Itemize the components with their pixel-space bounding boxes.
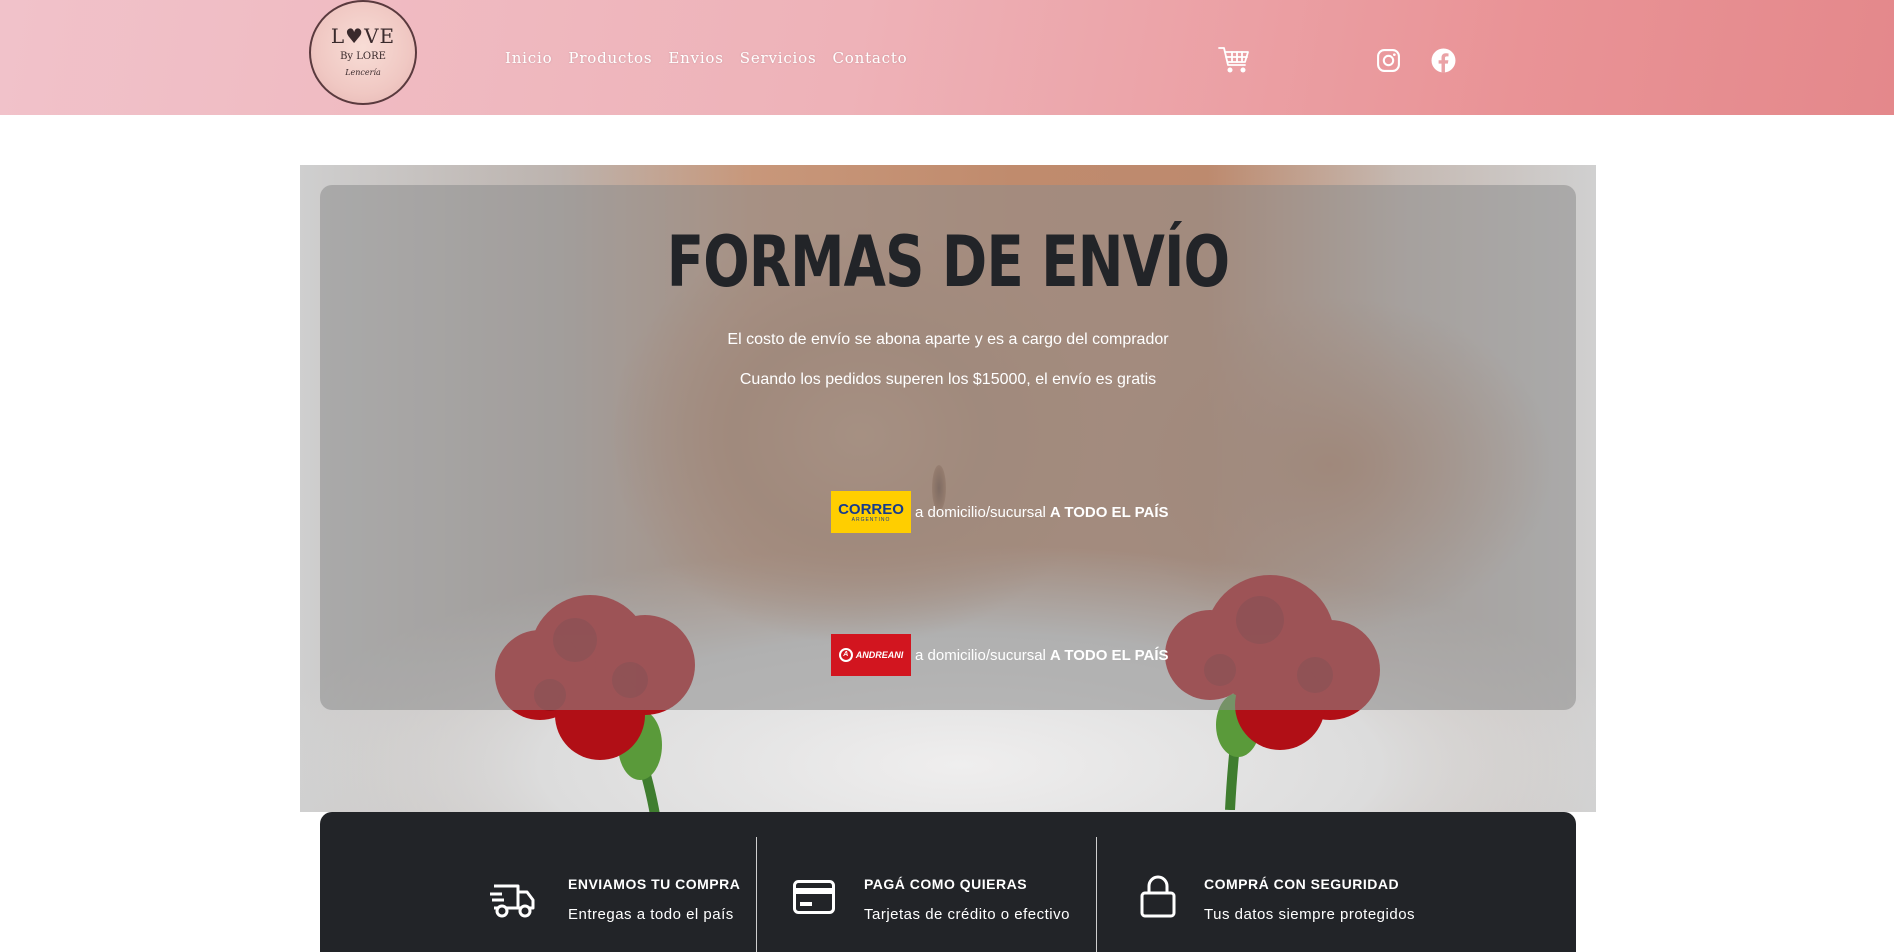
andreani-logo: A ANDREANI [831, 634, 911, 676]
andreani-logo-text: ANDREANI [855, 650, 904, 660]
nav-inicio[interactable]: Inicio [505, 49, 552, 67]
carrier-delivery-text: a domicilio/sucursal [915, 646, 1046, 664]
nav-productos[interactable]: Productos [568, 49, 652, 67]
main-nav: Inicio Productos Envios Servicios Contac… [505, 49, 908, 67]
carrier-coverage-text: A TODO EL PAÍS [1049, 646, 1169, 664]
feature-security: COMPRÁ CON SEGURIDAD Tus datos siempre p… [1097, 812, 1576, 952]
feature-title: PAGÁ COMO QUIERAS [864, 876, 1028, 892]
correo-argentino-logo: CORREO ARGENTINO [831, 491, 911, 533]
nav-envios[interactable]: Envios [668, 49, 723, 67]
carrier-row-andreani: A ANDREANI a domicilio/sucursal A TODO E… [831, 634, 1169, 676]
logo-subtitle: By LORE [340, 51, 386, 62]
nav-servicios[interactable]: Servicios [740, 49, 817, 67]
nav-contacto[interactable]: Contacto [833, 49, 908, 67]
logo-tagline: Lencería [345, 68, 381, 77]
brand-logo[interactable]: L♥VE By LORE Lencería [309, 0, 417, 105]
carrier-row-correo: CORREO ARGENTINO a domicilio/sucursal A … [831, 491, 1169, 533]
facebook-icon[interactable] [1431, 48, 1456, 73]
andreani-mark-icon: A [838, 648, 853, 662]
site-header: L♥VE By LORE Lencería Inicio Productos E… [0, 0, 1894, 115]
feature-subtitle: Entregas a todo el país [568, 906, 734, 923]
features-band: ENVIAMOS TU COMPRA Entregas a todo el pa… [320, 812, 1576, 952]
instagram-icon[interactable] [1376, 48, 1401, 73]
carrier-coverage-text: A TODO EL PAÍS [1049, 503, 1169, 521]
feature-title: COMPRÁ CON SEGURIDAD [1204, 876, 1400, 892]
carrier-delivery-text: a domicilio/sucursal [915, 503, 1046, 521]
truck-icon [490, 884, 535, 918]
feature-shipping: ENVIAMOS TU COMPRA Entregas a todo el pa… [320, 812, 757, 952]
shipping-cost-note: El costo de envío se abona aparte y es a… [727, 331, 1169, 348]
shipping-info-panel: FORMAS DE ENVÍO El costo de envío se abo… [320, 185, 1576, 710]
credit-card-icon [793, 880, 835, 914]
page-title: FORMAS DE ENVÍO [666, 221, 1230, 303]
feature-subtitle: Tarjetas de crédito o efectivo [864, 906, 1070, 923]
correo-logo-text: CORREO [838, 500, 904, 518]
feature-subtitle: Tus datos siempre protegidos [1204, 906, 1416, 923]
shipping-hero: FORMAS DE ENVÍO El costo de envío se abo… [300, 165, 1596, 952]
lock-icon [1140, 875, 1176, 918]
logo-title: L♥VE [330, 24, 396, 48]
correo-logo-subtext: ARGENTINO [851, 516, 891, 523]
cart-icon[interactable] [1218, 45, 1250, 75]
feature-title: ENVIAMOS TU COMPRA [568, 876, 741, 892]
free-shipping-note: Cuando los pedidos superen los $15000, e… [739, 371, 1157, 388]
feature-payment: PAGÁ COMO QUIERAS Tarjetas de crédito o … [757, 812, 1097, 952]
